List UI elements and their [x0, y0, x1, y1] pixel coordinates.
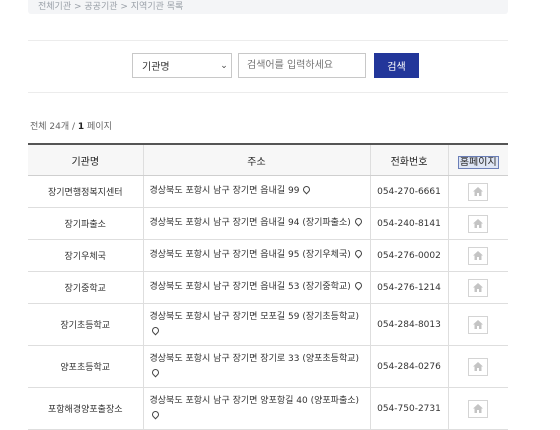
home-icon: [473, 361, 484, 371]
cell-phone: 054-284-8013: [369, 303, 448, 346]
homepage-button[interactable]: [468, 246, 489, 265]
cell-phone: 054-750-2731: [369, 387, 448, 430]
search-divider: [28, 92, 508, 93]
cell-address: 경상북도 포항시 남구 장기면 장기로 33 (양포초등학교): [142, 345, 370, 388]
result-count: 전체 24개 / 1 페이지: [30, 119, 112, 132]
search-button[interactable]: 검색: [374, 53, 419, 78]
map-pin-icon[interactable]: [353, 216, 364, 227]
map-pin-icon[interactable]: [353, 280, 364, 291]
home-icon: [473, 282, 484, 292]
map-pin-icon[interactable]: [150, 325, 160, 335]
map-pin-icon[interactable]: [150, 367, 160, 377]
header-homepage: 홈페이지: [447, 143, 508, 176]
cell-phone: 054-270-6661: [369, 175, 448, 208]
top-divider: [28, 40, 508, 41]
cell-homepage: [447, 303, 508, 346]
homepage-button[interactable]: [468, 399, 489, 418]
search-field-select[interactable]: 기관명 ⌄: [132, 53, 232, 78]
chevron-down-icon: ⌄: [220, 60, 228, 71]
table-row: 장기우체국 경상북도 포항시 남구 장기면 읍내길 95 (장기우체국) 054…: [28, 239, 508, 272]
table-row: 장기면행정복지센터 경상북도 포항시 남구 장기면 읍내길 99 054-270…: [28, 175, 508, 208]
cell-phone: 054-276-1214: [369, 271, 448, 304]
homepage-button[interactable]: [468, 357, 489, 376]
cell-name: 장기초등학교: [28, 303, 143, 346]
cell-name: 장기우체국: [28, 239, 143, 272]
address-text: 경상북도 포항시 남구 장기면 읍내길 53 (장기중학교): [149, 282, 351, 292]
address-text: 경상북도 포항시 남구 장기면 읍내길 95 (장기우체국): [149, 250, 351, 260]
cell-name: 양포초등학교: [28, 345, 143, 388]
table-header-row: 기관명 주소 전화번호 홈페이지: [28, 143, 508, 176]
breadcrumb: 전체기관 > 공공기관 > 지역기관 목록: [28, 0, 508, 14]
table-row: 양포초등학교 경상북도 포항시 남구 장기면 장기로 33 (양포초등학교) 0…: [28, 345, 508, 388]
home-icon: [473, 403, 484, 413]
cell-address: 경상북도 포항시 남구 장기면 읍내길 99: [142, 175, 370, 208]
map-pin-icon[interactable]: [353, 248, 364, 259]
homepage-button[interactable]: [468, 182, 489, 201]
cell-homepage: [447, 345, 508, 388]
cell-address: 경상북도 포항시 남구 장기면 모포길 59 (장기초등학교): [142, 303, 370, 346]
cell-homepage: [447, 271, 508, 304]
institution-table: 기관명 주소 전화번호 홈페이지 장기면행정복지센터 경상북도 포항시 남구 장…: [28, 143, 508, 430]
cell-address: 경상북도 포항시 남구 장기면 읍내길 94 (장기파출소): [142, 207, 370, 240]
cell-phone: 054-276-0002: [369, 239, 448, 272]
cell-homepage: [447, 175, 508, 208]
search-bar: 기관명 ⌄ 검색: [132, 53, 419, 78]
header-homepage-label: 홈페이지: [457, 155, 499, 169]
header-name: 기관명: [28, 143, 143, 176]
cell-phone: 054-240-8141: [369, 207, 448, 240]
table-row: 장기파출소 경상북도 포항시 남구 장기면 읍내길 94 (장기파출소) 054…: [28, 207, 508, 240]
address-text: 경상북도 포항시 남구 장기면 읍내길 99: [149, 186, 300, 196]
address-text: 경상북도 포항시 남구 장기면 읍내길 94 (장기파출소): [149, 218, 351, 228]
table-row: 장기초등학교 경상북도 포항시 남구 장기면 모포길 59 (장기초등학교) 0…: [28, 303, 508, 346]
result-count-prefix: 전체 24개 /: [30, 122, 78, 132]
map-pin-icon[interactable]: [302, 184, 312, 195]
search-field-select-value: 기관명: [142, 62, 170, 73]
cell-address: 경상북도 포항시 남구 장기면 읍내길 53 (장기중학교): [142, 271, 370, 304]
cell-name: 장기파출소: [28, 207, 143, 240]
breadcrumb-text: 전체기관 > 공공기관 > 지역기관 목록: [38, 2, 184, 12]
cell-address: 경상북도 포항시 남구 장기면 읍내길 95 (장기우체국): [142, 239, 370, 272]
table-row: 장기중학교 경상북도 포항시 남구 장기면 읍내길 53 (장기중학교) 054…: [28, 271, 508, 304]
search-input[interactable]: [238, 53, 366, 78]
cell-name: 장기면행정복지센터: [28, 175, 143, 208]
cell-homepage: [447, 387, 508, 430]
home-icon: [473, 218, 484, 228]
cell-phone: 054-284-0276: [369, 345, 448, 388]
cell-homepage: [447, 239, 508, 272]
address-text: 경상북도 포항시 남구 장기면 모포길 59 (장기초등학교): [149, 311, 360, 322]
header-address: 주소: [142, 143, 370, 176]
cell-address: 경상북도 포항시 남구 장기면 양포항길 40 (양포파출소): [142, 387, 370, 430]
homepage-button[interactable]: [468, 315, 489, 334]
header-phone: 전화번호: [369, 143, 448, 176]
home-icon: [473, 250, 484, 260]
address-text: 경상북도 포항시 남구 장기면 장기로 33 (양포초등학교): [149, 353, 360, 364]
table-row: 포항해경양포출장소 경상북도 포항시 남구 장기면 양포항길 40 (양포파출소…: [28, 387, 508, 430]
homepage-button[interactable]: [468, 214, 489, 233]
result-count-suffix: 페이지: [84, 122, 112, 132]
home-icon: [473, 186, 484, 196]
cell-name: 포항해경양포출장소: [28, 387, 143, 430]
cell-homepage: [447, 207, 508, 240]
map-pin-icon[interactable]: [150, 409, 160, 419]
home-icon: [473, 319, 484, 329]
homepage-button[interactable]: [468, 278, 489, 297]
cell-name: 장기중학교: [28, 271, 143, 304]
